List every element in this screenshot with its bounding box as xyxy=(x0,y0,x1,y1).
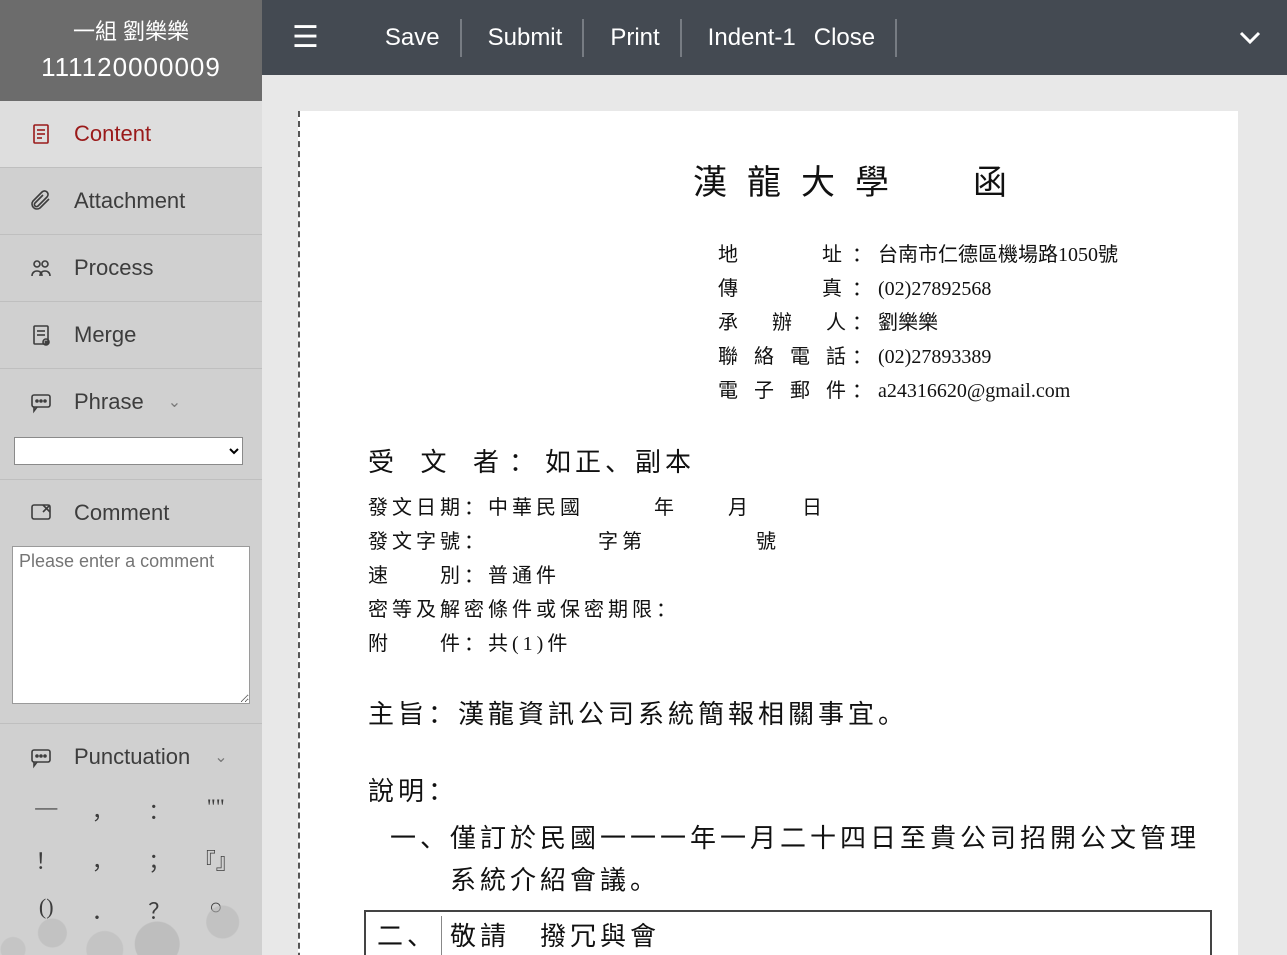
meta-address: 台南市仁德區機場路1050號 xyxy=(878,238,1118,272)
chevron-down-icon: ⌄ xyxy=(214,747,227,767)
sidebar-label: Phrase xyxy=(74,389,144,415)
para-1: 一、僅訂於民國一一一年一月二十四日至貴公司招開公文管理系統介紹會議。 xyxy=(390,818,1212,902)
sidebar-label: Attachment xyxy=(74,188,185,214)
sidebar-label: Merge xyxy=(74,322,136,348)
punct-circle[interactable]: ○ xyxy=(188,894,245,926)
punct-colon[interactable]: ： xyxy=(131,794,188,826)
caret-down-button[interactable] xyxy=(1231,17,1269,59)
meta-email: a24316620@gmail.com xyxy=(878,374,1070,408)
para-2-editing[interactable]: 二、 敬請 撥冗與會 xyxy=(364,910,1212,955)
people-icon xyxy=(28,255,54,281)
close-button[interactable]: Close xyxy=(808,19,897,57)
submit-button[interactable]: Submit xyxy=(468,19,585,57)
punct-excl[interactable]: ！ xyxy=(18,844,75,876)
sidebar-item-content[interactable]: Content xyxy=(0,101,262,168)
punct-quotes[interactable]: "" xyxy=(188,794,245,826)
explain-list: 一、僅訂於民國一一一年一月二十四日至貴公司招開公文管理系統介紹會議。 二、 敬請… xyxy=(390,818,1212,955)
punct-semi[interactable]: ； xyxy=(131,844,188,876)
punctuation-grid: — ， ： "" ！ ， ； 『』 () ． ？ ○ xyxy=(0,790,262,940)
sidebar-item-attachment[interactable]: Attachment xyxy=(0,168,262,235)
punct-paren[interactable]: () xyxy=(18,894,75,926)
sidebar-item-comment[interactable]: Comment xyxy=(0,480,262,546)
para-2-text[interactable]: 敬請 撥冗與會 xyxy=(450,916,660,955)
punct-qmark[interactable]: ？ xyxy=(131,894,188,926)
punctuation-icon xyxy=(28,744,54,770)
recipient-row: 受 文 者：如正、副本 xyxy=(368,442,1212,479)
save-button[interactable]: Save xyxy=(365,19,462,57)
comment-icon xyxy=(28,500,54,526)
page-scroll[interactable]: 漢龍大學 函 地 址：台南市仁德區機場路1050號 傳 真：(02)278925… xyxy=(262,75,1287,955)
sidebar: 一組 劉樂樂 111120000009 Content Attachment P… xyxy=(0,0,262,955)
issue-block: 發文日期： 中華民國 年 月 日 發文字號： 字第 號 速 別： 普通件 xyxy=(368,491,1212,661)
sidebar-item-merge[interactable]: Merge xyxy=(0,302,262,369)
doc-title: 漢龍大學 函 xyxy=(508,155,1212,204)
punct-comma[interactable]: ， xyxy=(75,794,132,826)
paperclip-icon xyxy=(28,188,54,214)
toolbar: ☰ Save Submit Print Indent-1 Close xyxy=(262,0,1287,75)
sidebar-item-punctuation[interactable]: Punctuation ⌄ xyxy=(0,724,262,790)
org-name: 漢龍大學 xyxy=(693,165,909,202)
sidebar-label: Comment xyxy=(74,500,169,526)
hamburger-button[interactable]: ☰ xyxy=(280,20,331,55)
sidebar-item-phrase[interactable]: Phrase ⌄ xyxy=(0,369,262,435)
doc-number: 111120000009 xyxy=(6,52,256,83)
document-icon xyxy=(28,121,54,147)
user-label: 一組 劉樂樂 xyxy=(6,14,256,46)
phrase-select[interactable] xyxy=(14,437,243,465)
indent-button[interactable]: Indent-1 xyxy=(688,19,802,57)
sidebar-label: Process xyxy=(74,255,153,281)
meta-fax: (02)27892568 xyxy=(878,272,991,306)
punct-corner[interactable]: 『』 xyxy=(188,844,245,876)
sidebar-label: Punctuation xyxy=(74,744,190,770)
meta-block: 地 址：台南市仁德區機場路1050號 傳 真：(02)27892568 承 辦 … xyxy=(718,238,1212,408)
punct-encomma[interactable]: ， xyxy=(75,844,132,876)
chevron-down-icon: ⌄ xyxy=(168,392,181,412)
subject-row: 主旨：漢龍資訊公司系統簡報相關事宜。 xyxy=(368,695,1212,735)
comment-input[interactable] xyxy=(12,546,250,704)
punct-dot[interactable]: ． xyxy=(75,894,132,926)
main: ☰ Save Submit Print Indent-1 Close 漢龍大學 … xyxy=(262,0,1287,955)
merge-icon xyxy=(28,322,54,348)
punct-dash[interactable]: — xyxy=(18,794,75,826)
doc-type: 函 xyxy=(973,165,1027,202)
meta-handler: 劉樂樂 xyxy=(878,306,938,340)
para-2-num: 二、 xyxy=(374,916,442,955)
meta-phone: (02)27893389 xyxy=(878,340,991,374)
sidebar-header: 一組 劉樂樂 111120000009 xyxy=(0,0,262,101)
document-page[interactable]: 漢龍大學 函 地 址：台南市仁德區機場路1050號 傳 真：(02)278925… xyxy=(298,111,1238,955)
sidebar-label: Content xyxy=(74,121,151,147)
explain-label: 說明： xyxy=(368,771,1212,808)
print-button[interactable]: Print xyxy=(590,19,681,57)
sidebar-item-process[interactable]: Process xyxy=(0,235,262,302)
chat-icon xyxy=(28,389,54,415)
